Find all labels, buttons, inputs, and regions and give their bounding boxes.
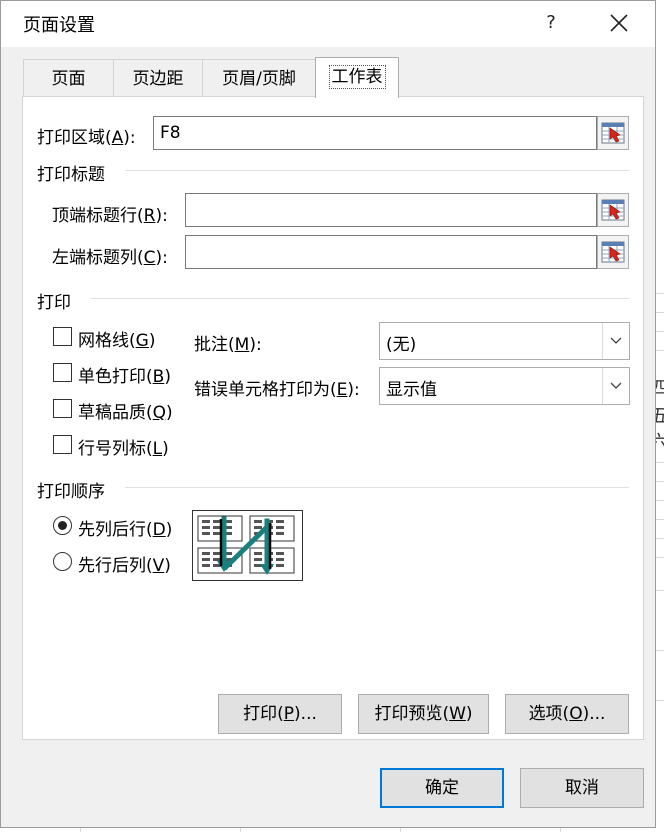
rows-picker-button[interactable]	[597, 193, 629, 227]
gridlines-label[interactable]: 网格线(G)	[78, 326, 155, 351]
black-and-white-checkbox[interactable]	[53, 363, 72, 382]
down-then-over-radio[interactable]	[53, 516, 72, 535]
comments-label: 批注(M):	[194, 335, 262, 355]
print-area-input[interactable]: F8	[153, 116, 597, 150]
cell-errors-label: 错误单元格打印为(E):	[194, 380, 360, 400]
down-then-over-label[interactable]: 先列后行(D)	[78, 515, 172, 540]
range-select-icon	[601, 122, 625, 144]
gridlines-checkbox[interactable]	[53, 327, 72, 346]
cancel-button[interactable]: 取消	[520, 768, 644, 808]
print-button[interactable]: 打印(P)...	[218, 694, 342, 734]
page-setup-dialog: 页面设置 ? 页面 页边距 页眉/页脚 工作表 打印区域(A): F8 打印标题…	[0, 0, 656, 828]
tab-sheet[interactable]: 工作表	[315, 57, 399, 98]
comments-select[interactable]: (无)	[379, 322, 630, 360]
print-heading: 打印	[37, 293, 71, 313]
chevron-down-icon	[610, 337, 622, 344]
over-then-down-label[interactable]: 先行后列(V)	[78, 551, 171, 576]
cell-errors-select[interactable]: 显示值	[379, 367, 630, 405]
draft-quality-checkbox[interactable]	[53, 399, 72, 418]
rows-to-repeat-input[interactable]	[185, 193, 597, 227]
comments-select-value: (无)	[386, 335, 417, 355]
chevron-down-icon	[610, 382, 622, 389]
tab-label: 工作表	[328, 65, 386, 89]
tab-page[interactable]: 页面	[23, 59, 114, 96]
over-then-down-radio[interactable]	[53, 552, 72, 571]
row-column-headings-label[interactable]: 行号列标(L)	[78, 434, 169, 459]
tab-header-footer[interactable]: 页眉/页脚	[202, 59, 316, 96]
cell-errors-select-value: 显示值	[386, 380, 437, 400]
row-column-headings-checkbox[interactable]	[53, 435, 72, 454]
tab-label: 页边距	[132, 69, 184, 89]
section-divider	[91, 298, 629, 299]
rows-to-repeat-label: 顶端标题行(R):	[52, 206, 168, 226]
section-divider	[125, 170, 629, 171]
ok-button[interactable]: 确定	[380, 768, 504, 808]
section-divider	[125, 487, 629, 488]
comments-dropdown-arrow[interactable]	[602, 323, 629, 359]
print-area-label: 打印区域(A):	[37, 128, 136, 148]
draft-quality-label[interactable]: 草稿品质(Q)	[78, 398, 173, 423]
print-area-picker-button[interactable]	[597, 116, 629, 150]
page-order-heading: 打印顺序	[37, 482, 105, 502]
print-titles-heading: 打印标题	[37, 165, 105, 185]
tab-label: 页眉/页脚	[222, 69, 296, 89]
close-icon	[610, 14, 628, 32]
close-button[interactable]	[599, 5, 639, 41]
page-order-preview-icon	[192, 510, 303, 581]
sheet-tab-panel: 打印区域(A): F8 打印标题 顶端标题行(R): 左端标题列(C): 打印 …	[22, 96, 644, 740]
help-button[interactable]: ?	[531, 5, 571, 41]
columns-to-repeat-input[interactable]	[185, 235, 597, 269]
columns-to-repeat-label: 左端标题列(C):	[52, 248, 168, 268]
tab-margins[interactable]: 页边距	[113, 59, 203, 96]
options-button[interactable]: 选项(O)...	[505, 694, 629, 734]
columns-picker-button[interactable]	[597, 235, 629, 269]
cell-errors-dropdown-arrow[interactable]	[602, 368, 629, 404]
title-bar: 页面设置 ?	[1, 1, 655, 47]
range-select-icon	[601, 241, 625, 263]
tab-label: 页面	[51, 69, 86, 89]
dialog-title: 页面设置	[23, 15, 95, 36]
range-select-icon	[601, 199, 625, 221]
black-and-white-label[interactable]: 单色打印(B)	[78, 362, 171, 387]
print-preview-button[interactable]: 打印预览(W)	[358, 694, 489, 734]
